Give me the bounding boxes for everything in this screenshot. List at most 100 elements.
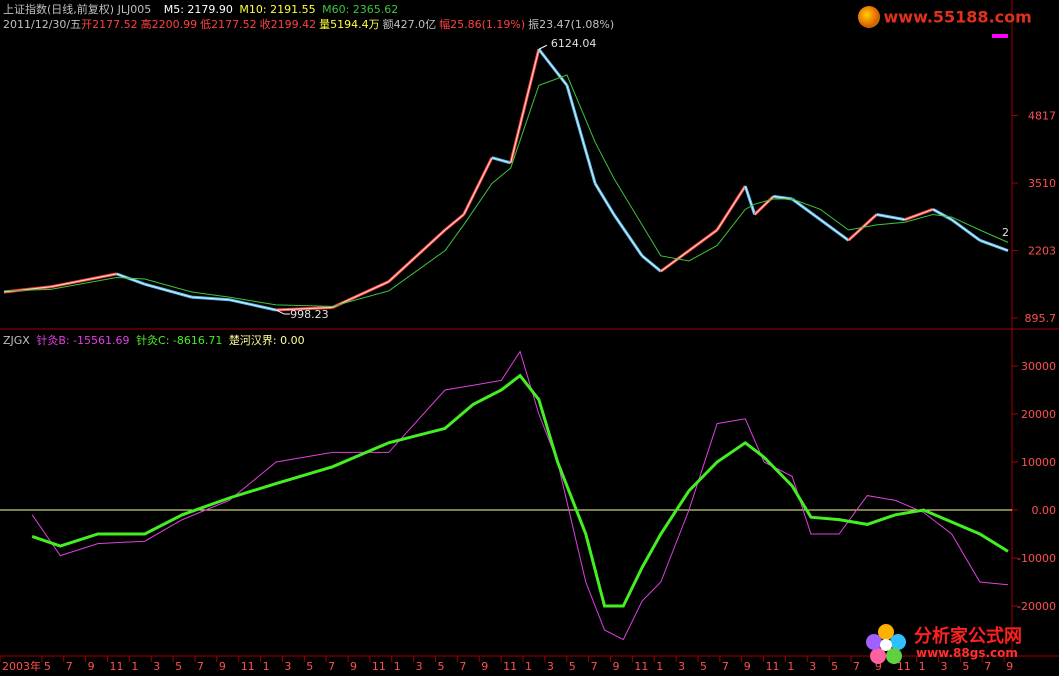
- time-tick-label: 9: [612, 660, 619, 673]
- indicator-tick-label: 20000: [1021, 408, 1056, 421]
- quote-amplitude: 振23.47(1.08%): [528, 18, 615, 31]
- indicator-tick-label: -10000: [1017, 552, 1056, 565]
- quote-change: 幅25.86(1.19%): [439, 18, 526, 31]
- bottom-logo-url: www.88gs.com: [916, 646, 1018, 660]
- ma5-value: M5: 2179.90: [163, 3, 233, 16]
- time-tick-label: 5: [175, 660, 182, 673]
- time-tick-label: 11: [109, 660, 123, 673]
- time-tick-label: 9: [1006, 660, 1013, 673]
- price-segment-core: [50, 273, 117, 288]
- indicator-tick-label: 10000: [1021, 456, 1056, 469]
- time-tick-label: 3: [284, 660, 291, 673]
- time-tick-label: 1: [919, 660, 926, 673]
- indicator-line-value: 楚河汉界: 0.00: [228, 334, 305, 347]
- indicator-b-value: 针灸B: -15561.69: [36, 334, 130, 347]
- time-tick-label: 7: [984, 660, 991, 673]
- price-tick-label: 4817: [1028, 109, 1056, 122]
- time-tick-label: 5: [700, 660, 707, 673]
- price-tick-label: 895.7: [1025, 312, 1057, 325]
- last-tag: 2: [1002, 226, 1009, 239]
- price-segment-core: [791, 198, 821, 221]
- price-segment-core: [613, 214, 643, 257]
- time-tick-label: 11: [634, 660, 648, 673]
- time-tick-label: 1: [525, 660, 532, 673]
- time-tick-label: 1: [263, 660, 270, 673]
- price-segment-core: [716, 185, 746, 231]
- time-tick-label: 11: [241, 660, 255, 673]
- top-logo-icon: [858, 6, 880, 28]
- indicator-tick-label: 30000: [1021, 360, 1056, 373]
- time-tick-label: 9: [350, 660, 357, 673]
- time-tick-label: 3: [678, 660, 685, 673]
- price-segment-core: [594, 183, 615, 215]
- ma10-value: M10: 2191.55: [239, 3, 316, 16]
- time-tick-label: 3: [809, 660, 816, 673]
- price-tick-label: 2203: [1028, 244, 1056, 257]
- indicator-tick-label: -20000: [1017, 600, 1056, 613]
- price-segment-core: [660, 250, 690, 272]
- ma60-line: [3, 74, 1009, 307]
- time-tick-label: 9: [744, 660, 751, 673]
- indicator-name: ZJGX: [3, 334, 30, 347]
- price-segment-core: [876, 214, 905, 221]
- time-tick-label: 5: [962, 660, 969, 673]
- time-tick-label: 9: [481, 660, 488, 673]
- price-segment-core: [641, 255, 662, 272]
- price-segment-core: [463, 157, 493, 215]
- time-tick-label: 1: [656, 660, 663, 673]
- time-tick-label: 3: [547, 660, 554, 673]
- top-logo-url: www.55188.com: [883, 7, 1032, 27]
- price-segment-core: [820, 219, 849, 241]
- price-segment-core: [951, 219, 981, 241]
- quote-amount: 额427.0亿: [382, 18, 437, 31]
- price-tick-label: 3510: [1028, 177, 1056, 190]
- price-segment-core: [144, 283, 192, 298]
- time-tick-label: 5: [44, 660, 51, 673]
- time-tick-label: 5: [569, 660, 576, 673]
- price-segment-core: [566, 85, 596, 184]
- time-tick-label: 7: [591, 660, 598, 673]
- chart-title: 上证指数(日线,前复权) JLJ005: [3, 3, 152, 16]
- time-tick-label: 3: [153, 660, 160, 673]
- time-tick-label: 7: [459, 660, 466, 673]
- price-segment-core: [388, 229, 446, 282]
- quote-high: 高2200.99: [140, 18, 198, 31]
- indicator-tick-label: 0.00: [1032, 504, 1057, 517]
- indicator-b-line: [31, 350, 1009, 641]
- ma60-value: M60: 2365.62: [322, 3, 399, 16]
- quote-low: 低2177.52: [200, 18, 257, 31]
- indicator-header: ZJGX 针灸B: -15561.69 针灸C: -8616.71 楚河汉界: …: [3, 332, 308, 348]
- time-tick-label: 3: [941, 660, 948, 673]
- time-tick-label: 11: [503, 660, 517, 673]
- time-tick-label: 5: [831, 660, 838, 673]
- time-tick-label: 7: [853, 660, 860, 673]
- time-tick-label: 2003年: [2, 659, 41, 673]
- top-logo: www.55188.com: [858, 6, 1032, 28]
- flower-logo-icon: [866, 624, 906, 664]
- chart-header: 上证指数(日线,前复权) JLJ005 M5: 2179.90 M10: 219…: [3, 1, 401, 17]
- time-tick-label: 11: [766, 660, 780, 673]
- time-tick-label: 1: [787, 660, 794, 673]
- time-tick-label: 1: [394, 660, 401, 673]
- time-tick-label: 9: [88, 660, 95, 673]
- price-segment-core: [510, 49, 540, 163]
- price-segment-core: [754, 196, 774, 215]
- time-tick-label: 7: [328, 660, 335, 673]
- time-tick-label: 1: [131, 660, 138, 673]
- time-tick-label: 11: [372, 660, 386, 673]
- price-segment-core: [744, 185, 756, 215]
- time-tick-label: 3: [416, 660, 423, 673]
- time-tick-label: 7: [722, 660, 729, 673]
- low-label: 998.23: [290, 308, 329, 321]
- quote-row: 2011/12/30/五开2177.52 高2200.99 低2177.52 收219…: [3, 16, 617, 32]
- quote-date: 2011/12/30/五: [3, 18, 82, 31]
- time-tick-label: 7: [197, 660, 204, 673]
- price-segment-core: [979, 239, 1009, 252]
- indicator-c-line: [31, 373, 1009, 608]
- time-tick-label: 7: [66, 660, 73, 673]
- time-tick-label: 5: [306, 660, 313, 673]
- quote-close: 收2199.42: [259, 18, 317, 31]
- price-segment-core: [444, 214, 465, 231]
- price-segment-core: [491, 157, 511, 164]
- time-tick-label: 9: [219, 660, 226, 673]
